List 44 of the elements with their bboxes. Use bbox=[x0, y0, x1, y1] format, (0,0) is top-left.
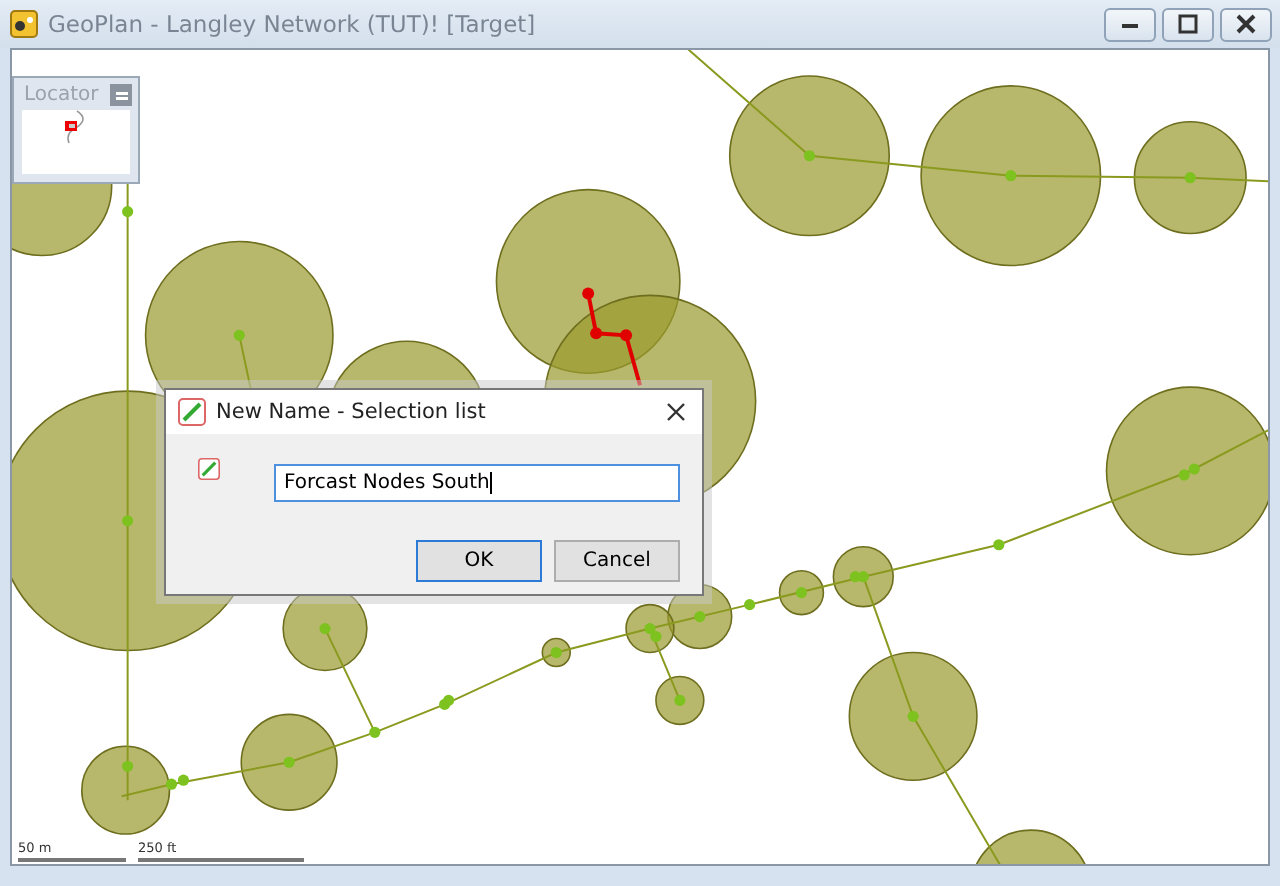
maximize-icon bbox=[1178, 14, 1198, 34]
buffer-circle bbox=[1133, 121, 1247, 235]
node-point bbox=[369, 726, 381, 738]
pipe-icon bbox=[198, 458, 220, 480]
node-point bbox=[795, 587, 808, 599]
close-icon bbox=[115, 91, 127, 99]
node-point bbox=[907, 710, 919, 722]
buffer-circle bbox=[81, 745, 171, 835]
node-point bbox=[319, 623, 331, 635]
minimize-button[interactable] bbox=[1104, 7, 1156, 41]
node-point bbox=[694, 611, 706, 623]
buffer-circle bbox=[848, 651, 978, 781]
node-point bbox=[122, 206, 134, 218]
cancel-button[interactable]: Cancel bbox=[554, 540, 680, 582]
node-point bbox=[674, 694, 686, 706]
node-point bbox=[744, 599, 756, 611]
buffer-circle bbox=[655, 675, 705, 726]
buffer-circle bbox=[240, 713, 338, 811]
dialog-title: New Name - Selection list bbox=[216, 400, 488, 424]
close-icon bbox=[1236, 14, 1256, 34]
node-point bbox=[122, 760, 134, 772]
node-point bbox=[233, 329, 245, 341]
node-point bbox=[1005, 170, 1017, 182]
node-point bbox=[122, 515, 134, 527]
buffer-circle bbox=[832, 546, 894, 608]
window-title: GeoPlan - Langley Network (TUT)! [Target] bbox=[48, 10, 538, 38]
maximize-button[interactable] bbox=[1162, 7, 1214, 41]
node-point bbox=[550, 646, 562, 659]
panel-title: Locator bbox=[24, 84, 99, 106]
node-point bbox=[283, 756, 295, 768]
node-point bbox=[993, 539, 1005, 551]
node-point bbox=[1184, 172, 1196, 184]
pipe-icon bbox=[178, 398, 206, 426]
node-point bbox=[803, 150, 816, 162]
locator-overview-drawing bbox=[64, 110, 88, 144]
buffer-circle bbox=[778, 569, 825, 616]
selected-pipe-drawing bbox=[582, 287, 642, 386]
buffer-circle bbox=[625, 603, 675, 654]
app-icon bbox=[10, 10, 38, 38]
ok-button[interactable]: OK bbox=[416, 540, 542, 582]
name-input-field[interactable]: Forcast Nodes South bbox=[274, 464, 680, 502]
close-icon bbox=[666, 402, 686, 422]
close-button[interactable] bbox=[1220, 7, 1272, 41]
close-button[interactable] bbox=[662, 398, 690, 426]
